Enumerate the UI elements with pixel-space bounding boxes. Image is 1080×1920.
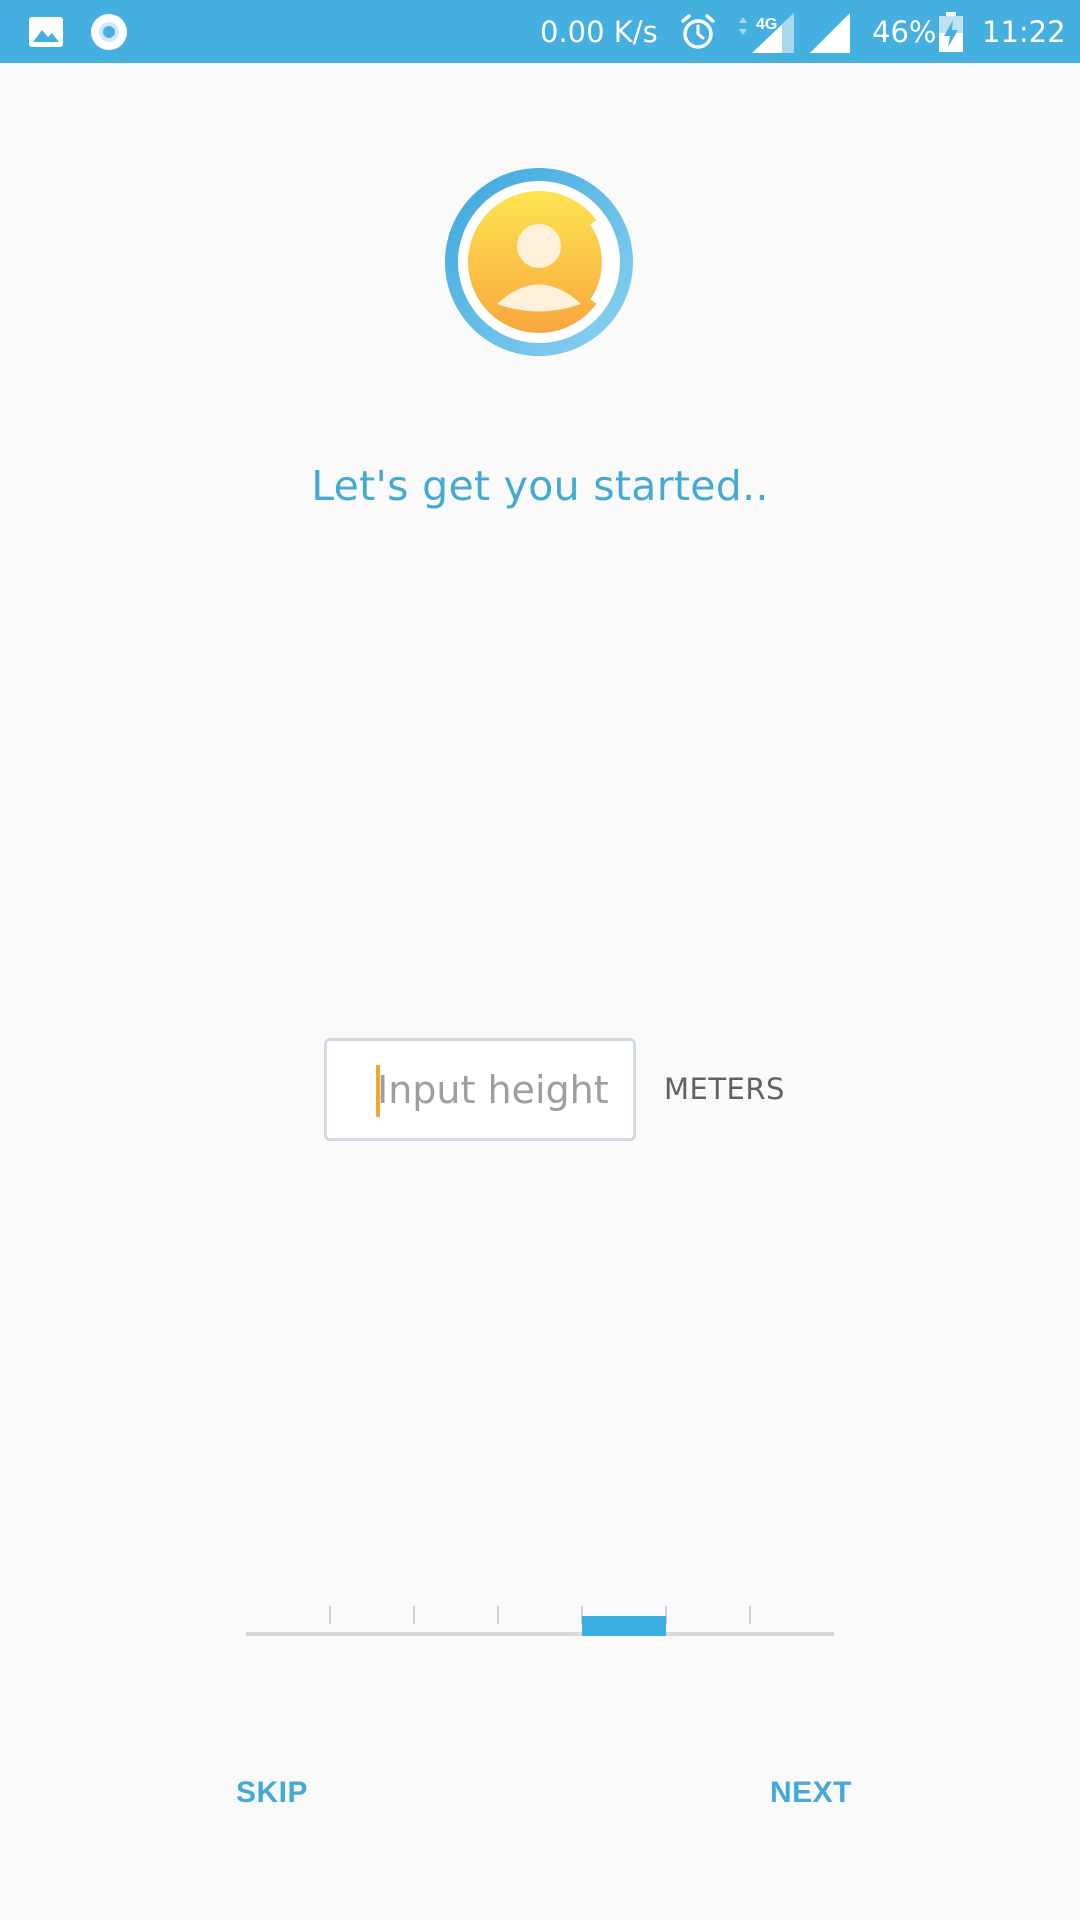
height-input[interactable] [327,1041,633,1138]
progress-tick [497,1606,499,1624]
progress-active-step [582,1616,666,1636]
signal-icon [808,0,852,63]
unit-label: METERS [664,1072,785,1106]
progress-tick [329,1606,331,1624]
user-avatar-icon [444,167,634,357]
progress-track [246,1632,834,1636]
status-bar: 0.00 K/s 4G 46% 11:22 [0,0,1080,63]
page-title: Let's get you started.. [311,462,769,510]
signal-4g-icon: 4G [734,0,802,63]
battery-percent: 46% [872,14,937,49]
network-type-label: 4G [756,16,777,33]
alarm-icon [678,0,718,63]
onboarding-progress [246,1606,834,1636]
circle-app-icon [90,0,128,63]
gallery-icon [28,0,64,63]
network-speed: 0.00 K/s [540,14,658,49]
next-button[interactable]: NEXT [770,1776,852,1810]
battery-charging-icon [938,0,964,63]
height-input-container[interactable] [324,1038,636,1141]
skip-button[interactable]: SKIP [236,1776,308,1810]
text-cursor [376,1065,380,1117]
progress-tick [749,1606,751,1624]
progress-tick [413,1606,415,1624]
clock: 11:22 [982,14,1066,49]
